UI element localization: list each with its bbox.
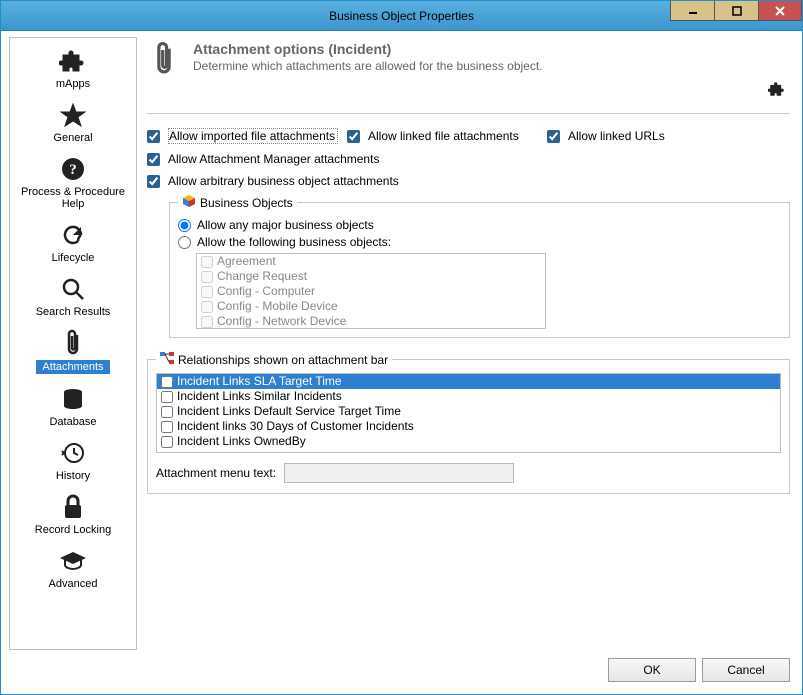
allow-imported-label: Allow imported file attachments [168, 128, 338, 144]
sidebar-item-label: General [12, 132, 134, 144]
attachment-menu-text-row: Attachment menu text: [156, 463, 781, 483]
list-item[interactable]: Incident links 30 Days of Customer Incid… [157, 419, 780, 434]
page-description: Determine which attachments are allowed … [193, 59, 790, 73]
allow-manager-input[interactable] [147, 153, 160, 166]
list-item[interactable]: Incident Links Default Service Target Ti… [157, 404, 780, 419]
sidebar-item-label: Search Results [12, 306, 134, 318]
titlebar: Business Object Properties [1, 1, 802, 31]
allow-linked-file-label: Allow linked file attachments [368, 129, 519, 143]
paperclip-icon [12, 328, 134, 358]
sidebar-item-label: Lifecycle [12, 252, 134, 264]
business-objects-legend: Business Objects [178, 194, 297, 211]
sidebar-item-attachments[interactable]: Attachments [10, 324, 136, 380]
separator [147, 113, 790, 114]
sidebar-item-label: Advanced [12, 578, 134, 590]
cube-icon [182, 194, 196, 211]
window: Business Object Properties mApps [0, 0, 803, 695]
list-item[interactable]: Agreement [197, 254, 545, 269]
close-button[interactable] [758, 1, 802, 21]
radio-following[interactable]: Allow the following business objects: [178, 235, 781, 249]
search-icon [12, 274, 134, 304]
main-panel: Attachment options (Incident) Determine … [143, 37, 794, 650]
dialog-footer: OK Cancel [9, 650, 794, 686]
layout: mApps General ? Process & Procedure Help [9, 37, 794, 650]
cancel-button[interactable]: Cancel [702, 658, 790, 682]
list-item[interactable]: Incident Links SLA Target Time [157, 374, 780, 389]
list-item[interactable]: Config - Mobile Device [197, 299, 545, 314]
sidebar-item-general[interactable]: General [10, 96, 136, 150]
sidebar-item-mapps[interactable]: mApps [10, 42, 136, 96]
allow-linked-urls-input[interactable] [547, 130, 560, 143]
sidebar-item-process-help[interactable]: ? Process & Procedure Help [10, 150, 136, 216]
sidebar-item-label: History [12, 470, 134, 482]
list-item[interactable]: Config - Network Device [197, 314, 545, 329]
database-icon [12, 384, 134, 414]
allow-arbitrary-label: Allow arbitrary business object attachme… [168, 174, 399, 188]
window-controls [670, 1, 802, 21]
puzzle-icon[interactable] [768, 81, 786, 100]
sidebar-item-database[interactable]: Database [10, 380, 136, 434]
allow-arbitrary-input[interactable] [147, 175, 160, 188]
puzzle-icon [12, 46, 134, 76]
attachment-menu-text-label: Attachment menu text: [156, 466, 276, 480]
list-item[interactable]: Incident Links Similar Incidents [157, 389, 780, 404]
sidebar-item-label: Database [12, 416, 134, 428]
sidebar-item-label: mApps [12, 78, 134, 90]
sidebar-item-lifecycle[interactable]: Lifecycle [10, 216, 136, 270]
sidebar-item-search-results[interactable]: Search Results [10, 270, 136, 324]
business-objects-group: Business Objects Allow any major busines… [169, 194, 790, 338]
sidebar-item-label: Record Locking [12, 524, 134, 536]
refresh-icon [12, 220, 134, 250]
business-objects-legend-text: Business Objects [200, 196, 293, 210]
graduation-cap-icon [12, 546, 134, 576]
relationships-list[interactable]: Incident Links SLA Target Time Incident … [156, 373, 781, 453]
radio-any-label: Allow any major business objects [197, 218, 374, 232]
sidebar-item-history[interactable]: History [10, 434, 136, 488]
radio-following-input[interactable] [178, 236, 191, 249]
page-title: Attachment options (Incident) [193, 41, 790, 57]
sidebar: mApps General ? Process & Procedure Help [9, 37, 137, 650]
top-check-row: Allow imported file attachments Allow li… [147, 124, 790, 148]
allow-linked-file-checkbox[interactable]: Allow linked file attachments [347, 128, 547, 144]
maximize-button[interactable] [714, 1, 758, 21]
paperclip-icon [147, 41, 181, 77]
sidebar-item-label: Attachments [36, 360, 109, 374]
lock-icon [12, 492, 134, 522]
sidebar-item-label: Process & Procedure Help [12, 186, 134, 210]
list-item[interactable]: Incident Links OwnedBy [157, 434, 780, 449]
list-item[interactable]: Config - Computer [197, 284, 545, 299]
ok-button[interactable]: OK [608, 658, 696, 682]
sidebar-item-advanced[interactable]: Advanced [10, 542, 136, 596]
minimize-icon [688, 6, 698, 16]
list-item[interactable]: Change Request [197, 269, 545, 284]
radio-following-label: Allow the following business objects: [197, 235, 391, 249]
relationships-legend: Relationships shown on attachment bar [156, 352, 392, 367]
allow-linked-file-input[interactable] [347, 130, 360, 143]
allow-manager-label: Allow Attachment Manager attachments [168, 152, 379, 166]
business-objects-list[interactable]: Agreement Change Request Config - Comput… [196, 253, 546, 329]
allow-imported-input[interactable] [147, 130, 160, 143]
header-texts: Attachment options (Incident) Determine … [193, 41, 790, 73]
allow-linked-urls-checkbox[interactable]: Allow linked URLs [547, 128, 727, 144]
page-header: Attachment options (Incident) Determine … [147, 41, 790, 85]
sidebar-item-record-locking[interactable]: Record Locking [10, 488, 136, 542]
relationship-icon [160, 352, 174, 367]
allow-arbitrary-checkbox[interactable]: Allow arbitrary business object attachme… [147, 174, 790, 188]
allow-manager-checkbox[interactable]: Allow Attachment Manager attachments [147, 152, 790, 166]
maximize-icon [732, 6, 742, 16]
allow-imported-checkbox[interactable]: Allow imported file attachments [147, 128, 347, 144]
client-area: mApps General ? Process & Procedure Help [1, 31, 802, 694]
radio-any-major[interactable]: Allow any major business objects [178, 218, 781, 232]
allow-linked-urls-label: Allow linked URLs [568, 129, 665, 143]
help-icon: ? [12, 154, 134, 184]
radio-any-input[interactable] [178, 219, 191, 232]
attachment-menu-text-input[interactable] [284, 463, 514, 483]
svg-text:?: ? [69, 162, 77, 178]
history-icon [12, 438, 134, 468]
relationships-group: Relationships shown on attachment bar In… [147, 352, 790, 494]
close-icon [775, 6, 785, 16]
minimize-button[interactable] [670, 1, 714, 21]
relationships-legend-text: Relationships shown on attachment bar [178, 353, 388, 367]
star-icon [12, 100, 134, 130]
